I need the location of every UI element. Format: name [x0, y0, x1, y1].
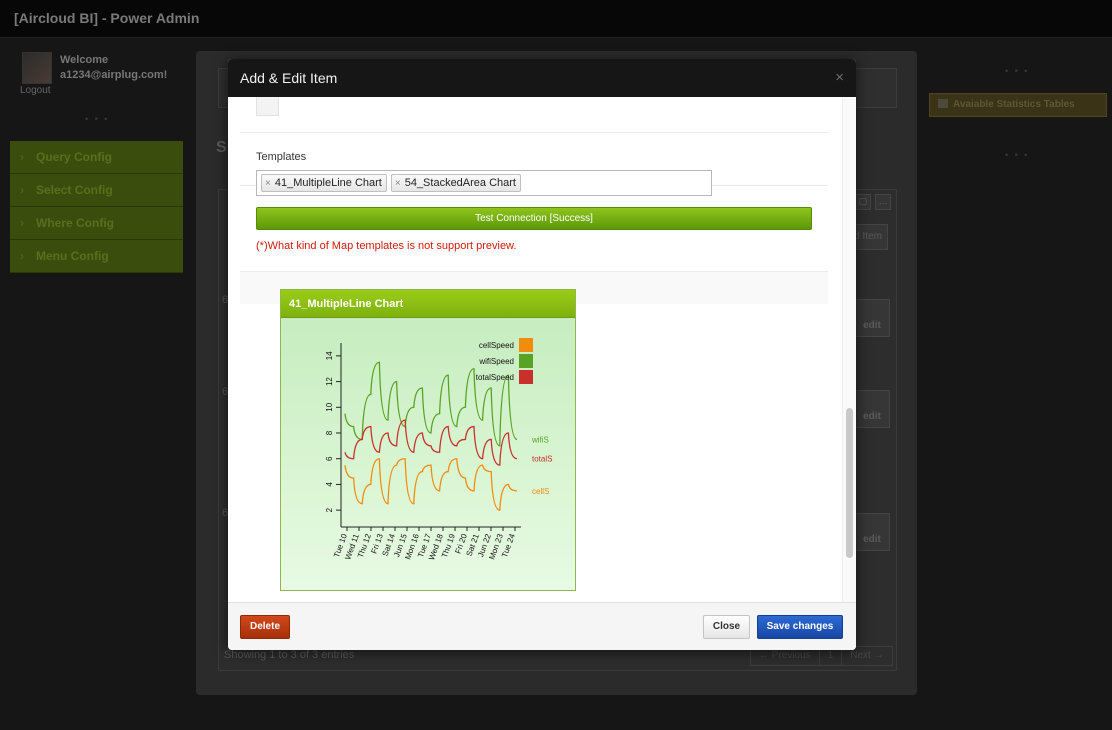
edit-button[interactable]: edit	[854, 390, 890, 428]
sidebar-item-label: Menu Config	[36, 249, 109, 263]
avatar[interactable]	[22, 52, 52, 84]
multiple-line-chart: 2468101214Tue 10Wed 11Thu 12Fri 13Sat 14…	[325, 338, 552, 561]
tag-label: 54_StackedArea Chart	[404, 177, 516, 189]
modal-scrollbar[interactable]	[842, 97, 856, 602]
remove-tag-icon[interactable]: ×	[395, 178, 401, 189]
y-tick-label: 4	[325, 482, 334, 487]
app-title: [Aircloud BI] - Power Admin	[14, 10, 200, 26]
sidebar-menu: › Query Config › Select Config › Where Conf…	[10, 141, 183, 273]
legend-swatch	[519, 338, 533, 352]
preview-warning: (*)What kind of Map templates is not sup…	[256, 240, 517, 252]
add-edit-item-modal: Add & Edit Item × Templates × 41_Multiple…	[228, 59, 856, 650]
template-tag: × 41_MultipleLine Chart	[261, 174, 387, 192]
stat-button-label: Avaiable Statistics Tables	[953, 99, 1075, 110]
chevron-right-icon: ›	[20, 249, 24, 263]
y-tick-label: 6	[325, 456, 334, 461]
chevron-right-icon: ›	[20, 216, 24, 230]
sidebar-item-query-config[interactable]: › Query Config	[10, 141, 183, 174]
edit-label: edit	[863, 534, 881, 545]
divider-dots: • • •	[85, 114, 110, 124]
templates-label: Templates	[256, 151, 307, 163]
top-bar: [Aircloud BI] - Power Admin	[0, 0, 1112, 38]
sidebar-item-label: Select Config	[36, 183, 113, 197]
legend-label: cellSpeed	[479, 341, 514, 350]
columns-icon[interactable]: ▢	[855, 194, 871, 210]
legend-swatch	[519, 354, 533, 368]
sidebar-item-label: Where Config	[36, 216, 114, 230]
modal-footer: Delete Close Save changes	[228, 602, 856, 650]
welcome-text: Welcome	[60, 54, 109, 66]
user-email: a1234@airplug.com!	[60, 69, 168, 81]
edit-label: edit	[863, 320, 881, 331]
legend-swatch	[519, 370, 533, 384]
y-tick-label: 12	[325, 377, 334, 386]
y-tick-label: 8	[325, 430, 334, 435]
y-tick-label: 10	[325, 402, 334, 411]
save-changes-button[interactable]: Save changes	[757, 615, 843, 639]
series-end-label: wifiS	[531, 435, 549, 444]
templates-tag-input[interactable]: × 41_MultipleLine Chart × 54_StackedArea C…	[256, 170, 712, 196]
logout-link[interactable]: Logout	[20, 85, 51, 96]
table-icon	[938, 99, 948, 108]
close-icon[interactable]: ×	[835, 69, 844, 86]
edit-label: edit	[863, 411, 881, 422]
series-end-label: totalS	[532, 455, 552, 464]
modal-body: Templates × 41_MultipleLine Chart × 54_Sta…	[228, 97, 856, 602]
chart-title: 41_MultipleLine Chart	[281, 290, 575, 318]
field-box	[256, 97, 279, 116]
tag-label: 41_MultipleLine Chart	[274, 177, 382, 189]
series-line-cellSpeed	[344, 458, 518, 511]
y-tick-label: 2	[325, 507, 334, 512]
remove-tag-icon[interactable]: ×	[265, 178, 271, 189]
modal-header: Add & Edit Item ×	[228, 59, 856, 97]
chart-preview-card: 41_MultipleLine Chart 2 4 6 8 10 12 14 Tue 10 We…	[280, 289, 576, 591]
available-statistics-tables-button[interactable]: Avaiable Statistics Tables	[929, 93, 1107, 117]
legend-label: totalSpeed	[476, 373, 514, 382]
chevron-right-icon: ›	[20, 183, 24, 197]
divider	[240, 132, 828, 133]
table-info: Showing 1 to 3 of 3 entries	[224, 649, 355, 661]
page-title: S	[216, 139, 227, 156]
delete-button[interactable]: Delete	[240, 615, 290, 639]
divider-dots: • • •	[1005, 150, 1030, 160]
test-connection-button[interactable]: Test Connection [Success]	[256, 207, 812, 230]
series-end-label: cellS	[532, 487, 549, 496]
sidebar-item-select-config[interactable]: › Select Config	[10, 174, 183, 207]
more-icon[interactable]: …	[875, 194, 891, 210]
sidebar-item-label: Query Config	[36, 150, 113, 164]
sidebar-item-menu-config[interactable]: › Menu Config	[10, 240, 183, 273]
template-tag: × 54_StackedArea Chart	[390, 174, 521, 192]
close-button[interactable]: Close	[703, 615, 750, 639]
sidebar-item-where-config[interactable]: › Where Config	[10, 207, 183, 240]
edit-button[interactable]: edit	[854, 299, 890, 337]
modal-title: Add & Edit Item	[240, 70, 338, 86]
edit-button[interactable]: edit	[854, 513, 890, 551]
legend-label: wifiSpeed	[478, 357, 514, 366]
divider-dots: • • •	[1005, 66, 1030, 76]
y-tick-label: 14	[325, 351, 334, 360]
scrollbar-thumb[interactable]	[846, 408, 853, 558]
chevron-right-icon: ›	[20, 150, 24, 164]
